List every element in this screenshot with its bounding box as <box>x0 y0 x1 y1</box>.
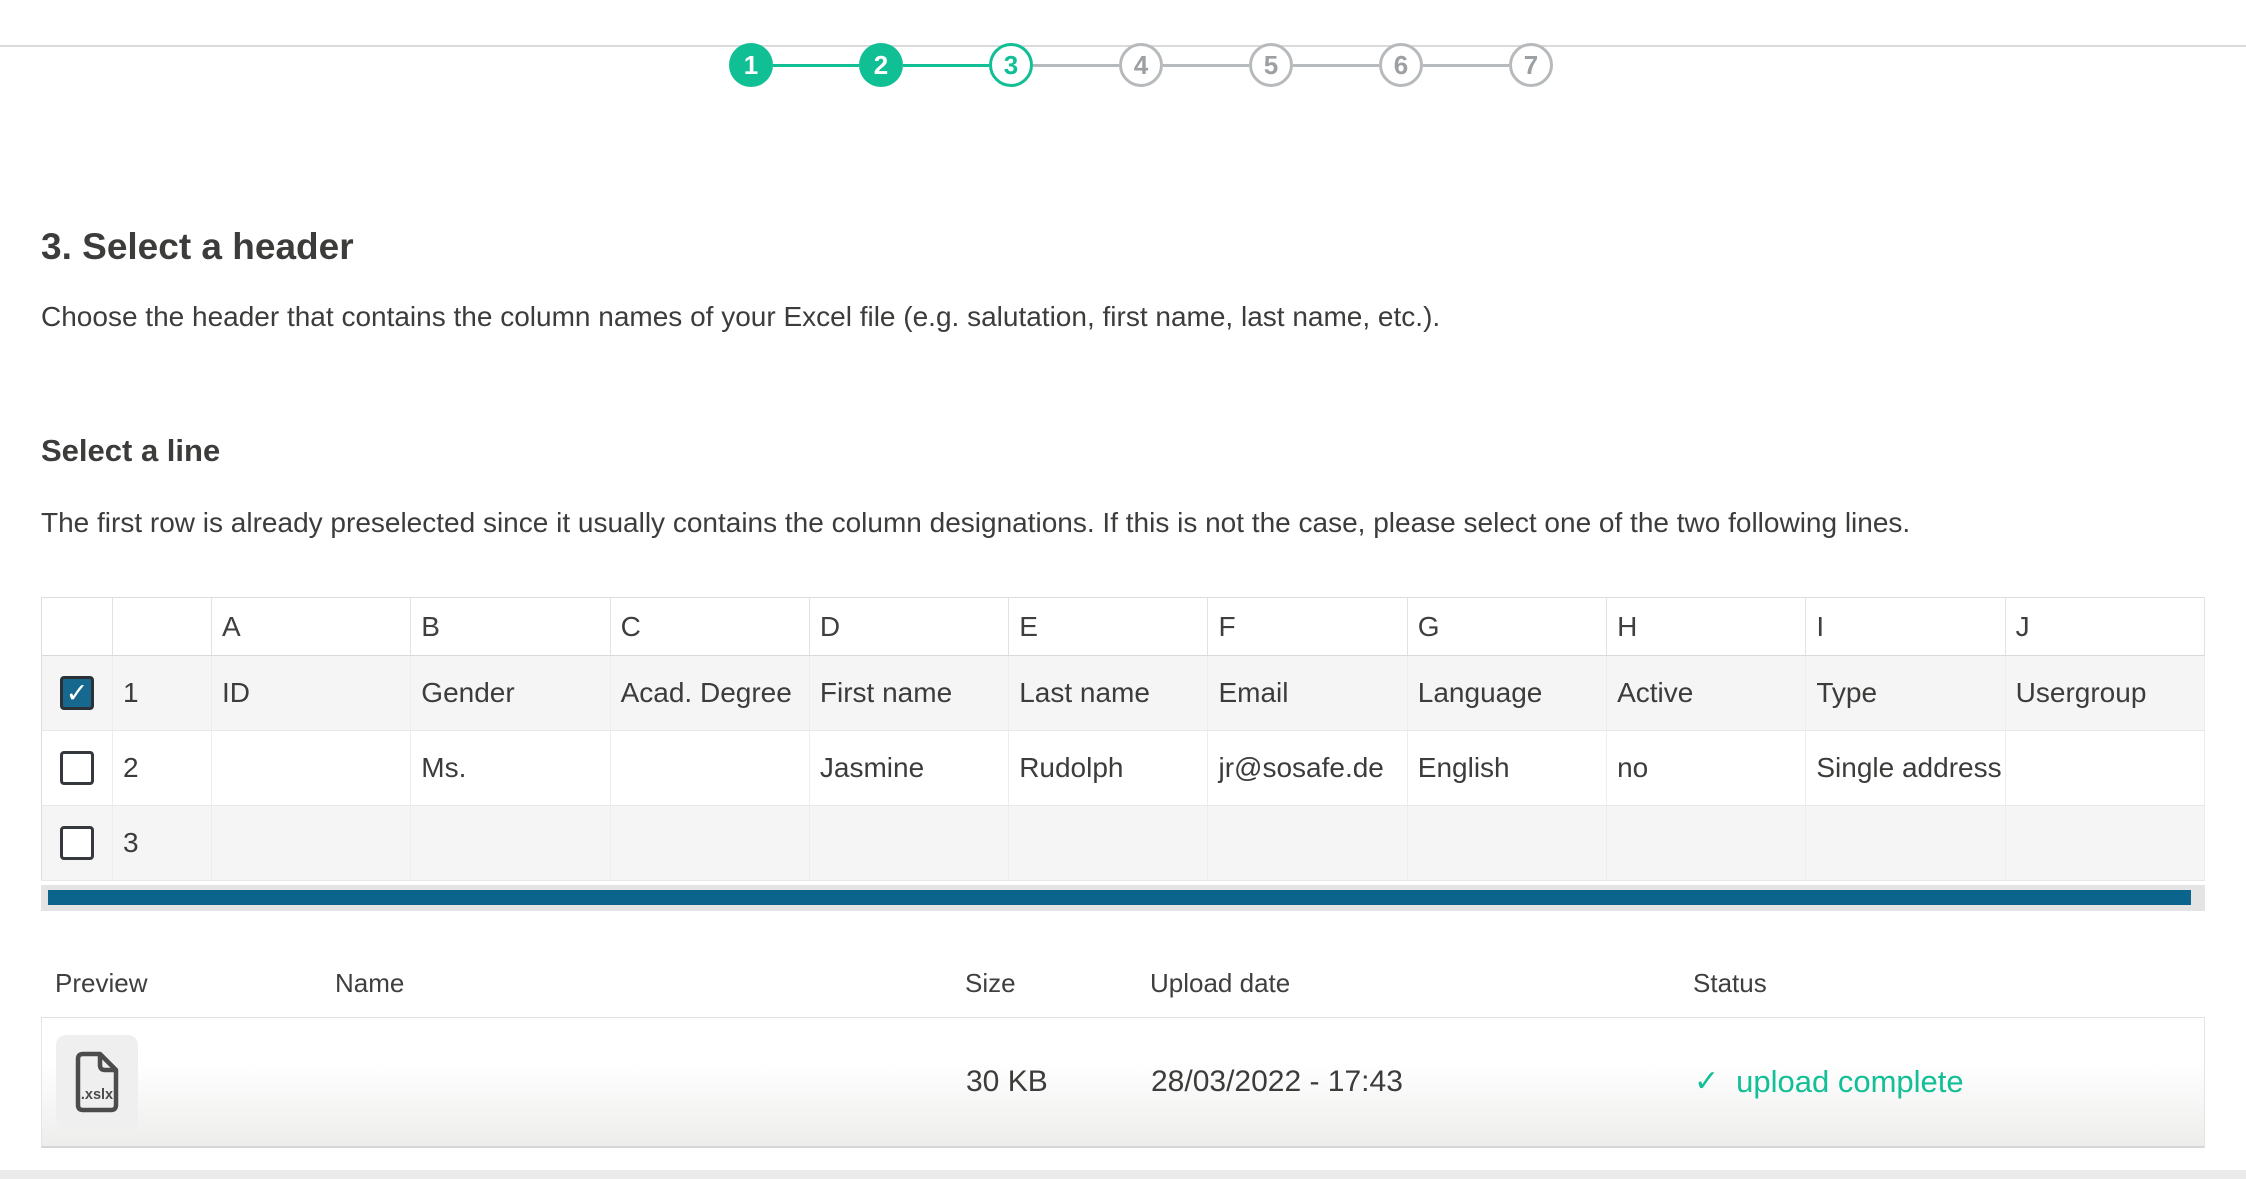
bottom-edge-strip <box>0 1170 2246 1179</box>
cell-E2: Rudolph <box>1009 731 1208 806</box>
cell-D3 <box>809 806 1008 881</box>
column-header-C: C <box>610 598 809 656</box>
row-2-checkbox[interactable] <box>60 751 94 785</box>
cell-C3 <box>610 806 809 881</box>
cell-G1: Language <box>1407 656 1606 731</box>
stepper-connector <box>1293 64 1379 67</box>
stepper-step-5[interactable]: 5 <box>1249 43 1293 87</box>
horizontal-scrollbar-thumb[interactable] <box>48 890 2191 905</box>
cell-B3 <box>411 806 610 881</box>
row-1-number: 1 <box>113 656 212 731</box>
file-preview-cell: .xslx <box>56 1035 336 1129</box>
file-header-upload-date: Upload date <box>1150 968 1693 999</box>
stepper-connector <box>1163 64 1249 67</box>
page-description: Choose the header that contains the colu… <box>41 301 2205 333</box>
cell-B1: Gender <box>411 656 610 731</box>
stepper-connector <box>903 64 989 67</box>
spreadsheet-row-1: ✓ 1IDGenderAcad. DegreeFirst nameLast nam… <box>42 656 2205 731</box>
cell-G3 <box>1407 806 1606 881</box>
column-header-G: G <box>1407 598 1606 656</box>
select-line-title: Select a line <box>41 433 2205 469</box>
check-icon: ✓ <box>1694 1067 1719 1097</box>
column-header-D: D <box>809 598 1008 656</box>
spreadsheet-row-3: 3 <box>42 806 2205 881</box>
file-preview-thumbnail: .xslx <box>56 1035 138 1129</box>
row-3-select-cell <box>42 806 113 881</box>
column-header-J: J <box>2005 598 2204 656</box>
cell-C1: Acad. Degree <box>610 656 809 731</box>
file-status: ✓ upload complete <box>1694 1064 2204 1100</box>
select-column-header <box>42 598 113 656</box>
row-number-column-header <box>113 598 212 656</box>
checkmark-icon: ✓ <box>66 680 89 707</box>
row-1-checkbox[interactable]: ✓ <box>60 676 94 710</box>
stepper-step-7[interactable]: 7 <box>1509 43 1553 87</box>
cell-A2 <box>212 731 411 806</box>
stepper-step-3[interactable]: 3 <box>989 43 1033 87</box>
cell-E3 <box>1009 806 1208 881</box>
cell-F2: jr@sosafe.de <box>1208 731 1407 806</box>
cell-C2 <box>610 731 809 806</box>
stepper-connector <box>773 64 859 67</box>
column-header-F: F <box>1208 598 1407 656</box>
cell-F3 <box>1208 806 1407 881</box>
cell-A1: ID <box>212 656 411 731</box>
spreadsheet-head: ABCDEFGHIJ <box>42 598 2205 656</box>
horizontal-scrollbar-track[interactable] <box>41 885 2205 911</box>
file-extension-label: .xslx <box>81 1087 113 1103</box>
column-header-E: E <box>1009 598 1208 656</box>
stepper: 1 2 3 4 5 6 7 <box>18 43 2246 87</box>
column-header-A: A <box>212 598 411 656</box>
file-status-label: upload complete <box>1736 1064 1964 1100</box>
cell-H2: no <box>1607 731 1806 806</box>
cell-B2: Ms. <box>411 731 610 806</box>
stepper-step-2[interactable]: 2 <box>859 43 903 87</box>
select-line-description: The first row is already preselected sin… <box>41 507 2205 539</box>
column-header-I: I <box>1806 598 2005 656</box>
cell-E1: Last name <box>1009 656 1208 731</box>
page-title: 3. Select a header <box>41 226 2205 268</box>
spreadsheet-table: ABCDEFGHIJ ✓1IDGenderAcad. DegreeFirst n… <box>41 597 2205 881</box>
file-size-value: 30 KB <box>966 1065 1151 1099</box>
column-header-B: B <box>411 598 610 656</box>
stepper-step-1[interactable]: 1 <box>729 43 773 87</box>
file-header-status: Status <box>1693 968 2205 999</box>
stepper-step-4[interactable]: 4 <box>1119 43 1163 87</box>
stepper-connector <box>1033 64 1119 67</box>
main-content: 3. Select a header Choose the header tha… <box>0 226 2246 1148</box>
spreadsheet-header-row: ABCDEFGHIJ <box>42 598 2205 656</box>
file-header-size: Size <box>965 968 1150 999</box>
cell-G2: English <box>1407 731 1606 806</box>
row-1-select-cell: ✓ <box>42 656 113 731</box>
column-header-H: H <box>1607 598 1806 656</box>
uploaded-file-section: Preview Name Size Upload date Status .xs… <box>41 968 2205 1148</box>
file-header-preview: Preview <box>55 968 335 999</box>
file-row: .xslx 30 KB 28/03/2022 - 17:43 ✓ upload … <box>41 1018 2205 1148</box>
spreadsheet-preview: ABCDEFGHIJ ✓1IDGenderAcad. DegreeFirst n… <box>41 597 2205 911</box>
row-2-select-cell <box>42 731 113 806</box>
file-list-header: Preview Name Size Upload date Status <box>41 968 2205 1018</box>
cell-H3 <box>1607 806 1806 881</box>
spreadsheet-body: ✓ 1IDGenderAcad. DegreeFirst nameLast nam… <box>42 656 2205 881</box>
xslx-file-icon: .xslx <box>71 1051 123 1113</box>
cell-J1: Usergroup <box>2005 656 2204 731</box>
cell-H1: Active <box>1607 656 1806 731</box>
row-3-number: 3 <box>113 806 212 881</box>
row-3-checkbox[interactable] <box>60 826 94 860</box>
cell-A3 <box>212 806 411 881</box>
cell-I3 <box>1806 806 2005 881</box>
stepper-connector <box>1423 64 1509 67</box>
cell-F1: Email <box>1208 656 1407 731</box>
file-header-name: Name <box>335 968 965 999</box>
stepper-step-6[interactable]: 6 <box>1379 43 1423 87</box>
cell-I2: Single address <box>1806 731 2005 806</box>
file-upload-date-value: 28/03/2022 - 17:43 <box>1151 1065 1694 1099</box>
cell-J3 <box>2005 806 2204 881</box>
cell-J2 <box>2005 731 2204 806</box>
row-2-number: 2 <box>113 731 212 806</box>
cell-D1: First name <box>809 656 1008 731</box>
cell-D2: Jasmine <box>809 731 1008 806</box>
spreadsheet-row-2: 2 Ms. JasmineRudolphjr@sosafe.deEnglishnoS… <box>42 731 2205 806</box>
cell-I1: Type <box>1806 656 2005 731</box>
